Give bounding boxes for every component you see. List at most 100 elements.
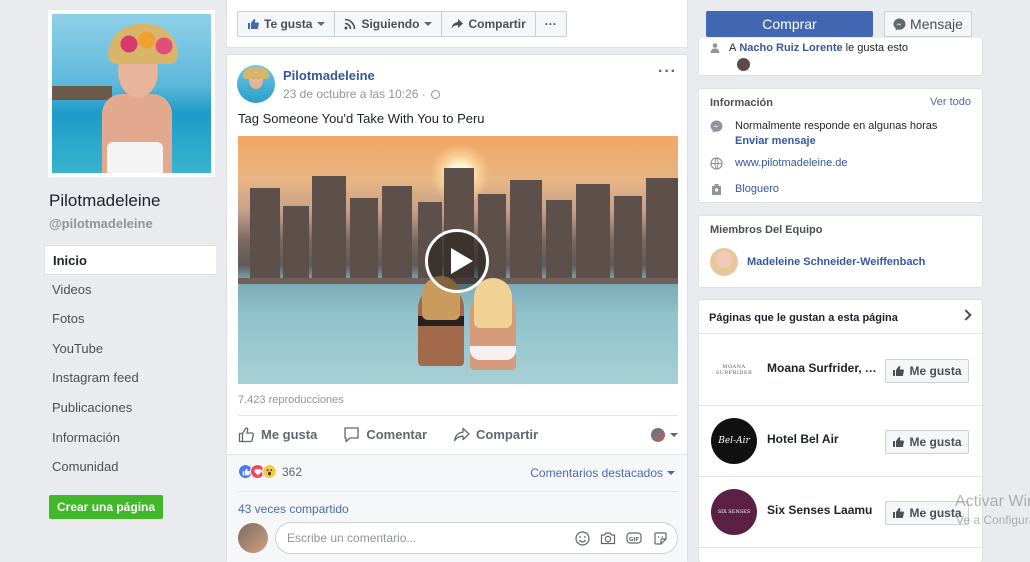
liked-page-name[interactable]: Moana Surfrider, A Westin Resort & Spa, … <box>767 361 882 375</box>
thumbs-up-icon <box>248 19 259 29</box>
info-card: Información Ver todo Normalmente respond… <box>698 88 983 203</box>
liked-page-name[interactable]: Six Senses Laamu <box>767 503 882 517</box>
watermark-line2: Ve a Configuración <box>956 513 1030 527</box>
like-page-label: Me gusta <box>909 364 962 378</box>
avatar <box>710 248 738 276</box>
sidebar-item-fotos[interactable]: Fotos <box>44 304 216 334</box>
likes-card: A Nacho Ruiz Lorente le gusta esto <box>698 38 983 76</box>
sidebar-item-videos[interactable]: Videos <box>44 275 216 305</box>
message-label: Mensaje <box>910 16 963 32</box>
thumbs-up-icon <box>893 508 905 518</box>
sidebar-item-comunidad[interactable]: Comunidad <box>44 452 216 482</box>
post-share-button[interactable]: Compartir <box>453 426 538 443</box>
people-icon <box>710 43 720 53</box>
page-title[interactable]: Pilotmadeleine <box>49 191 216 211</box>
following-button[interactable]: Siguiendo <box>334 11 443 37</box>
messenger-icon <box>893 18 906 30</box>
message-button[interactable]: Mensaje <box>884 11 972 37</box>
thumbs-up-icon <box>893 366 905 376</box>
share-page-button[interactable]: Compartir <box>441 11 536 37</box>
post-like-button[interactable]: Me gusta <box>238 426 317 443</box>
sidebar-item-youtube[interactable]: YouTube <box>44 334 216 364</box>
like-page-button[interactable]: Me gusta <box>885 359 969 383</box>
share-count-link[interactable]: 43 veces compartido <box>238 491 678 516</box>
play-icon[interactable] <box>425 229 489 293</box>
like-page-button[interactable]: Me gusta <box>885 430 969 454</box>
avatar[interactable] <box>737 58 750 71</box>
like-page-button[interactable]: Te gusta <box>237 11 336 37</box>
globe-icon <box>710 157 723 170</box>
buy-button[interactable]: Comprar <box>706 11 873 37</box>
page-logo[interactable]: Bel-Air <box>711 418 757 464</box>
post-comment-button[interactable]: Comentar <box>343 426 427 443</box>
post-comment-label: Comentar <box>366 427 428 442</box>
category-info: Bloguero <box>710 182 779 197</box>
team-member-name[interactable]: Madeleine Schneider-Weiffenbach <box>747 256 925 268</box>
avatar <box>651 427 665 442</box>
globe-icon <box>430 89 440 99</box>
profile-picture[interactable] <box>48 10 215 177</box>
liked-page-row: SIX SENSES Six Senses Laamu Me gusta <box>699 477 982 548</box>
left-column: Pilotmadeleine @pilotmadeleine Inicio Vi… <box>44 10 216 519</box>
emoji-icon[interactable] <box>574 530 590 546</box>
post-timestamp: 23 de octubre a las 10:26 · <box>283 87 440 101</box>
thumbs-up-outline-icon <box>238 427 254 443</box>
liked-pages-header[interactable]: Páginas que le gustan a esta página <box>699 300 982 334</box>
liked-pages-title: Páginas que le gustan a esta página <box>709 312 898 324</box>
gif-icon[interactable]: GIF <box>626 530 642 546</box>
chevron-down-icon <box>424 22 433 26</box>
team-members-card: Miembros Del Equipo Madeleine Schneider-… <box>698 215 983 288</box>
featured-comments-dropdown[interactable]: Comentarios destacados <box>530 466 675 480</box>
send-message-link[interactable]: Enviar mensaje <box>735 134 937 149</box>
sidebar-item-informacion[interactable]: Información <box>44 423 216 453</box>
chevron-down-icon <box>667 471 675 475</box>
page-action-bar: Te gusta Siguiendo Compartir ··· <box>226 0 688 48</box>
post-as-selector[interactable] <box>651 427 678 442</box>
post-footer: 362 Comentarios destacados 43 veces comp… <box>227 454 687 562</box>
camera-icon[interactable] <box>600 530 616 546</box>
sticker-icon[interactable] <box>652 530 668 546</box>
like-page-label: Te gusta <box>264 17 313 31</box>
friend-likes-prefix: A <box>729 42 737 54</box>
share-page-label: Compartir <box>468 17 526 31</box>
liked-page-row: MOANA SURFRIDER Moana Surfrider, A Westi… <box>699 335 982 406</box>
friend-likes-text: A Nacho Ruiz Lorente le gusta esto <box>709 42 908 54</box>
rss-icon <box>344 18 356 30</box>
share-arrow-icon <box>454 427 470 442</box>
more-options-button[interactable]: ··· <box>534 11 567 37</box>
post-options-button[interactable]: ··· <box>658 63 677 81</box>
wow-reaction-icon <box>262 464 277 479</box>
video-player[interactable] <box>238 136 678 384</box>
page-logo[interactable]: SIX SENSES <box>711 489 757 535</box>
sidebar-item-inicio[interactable]: Inicio <box>44 245 216 275</box>
liked-page-name[interactable]: Hotel Bel Air <box>767 432 882 446</box>
sidebar-item-instagram-feed[interactable]: Instagram feed <box>44 363 216 393</box>
page-handle[interactable]: @pilotmadeleine <box>49 216 216 231</box>
reaction-summary[interactable]: 362 <box>238 464 302 479</box>
team-member[interactable]: Madeleine Schneider-Weiffenbach <box>710 248 925 276</box>
category-link[interactable]: Bloguero <box>735 182 779 197</box>
friend-likes-suffix: le gusta esto <box>845 42 909 54</box>
share-arrow-icon <box>451 19 464 29</box>
post-card: Pilotmadeleine 23 de octubre a las 10:26… <box>226 54 688 562</box>
view-count: 7.423 reproducciones <box>238 394 344 406</box>
profile-photo <box>52 14 211 173</box>
svg-text:GIF: GIF <box>629 537 640 543</box>
comment-composer: GIF <box>238 522 678 554</box>
featured-comments-label: Comentarios destacados <box>530 466 663 480</box>
windows-activation-watermark: Activar Windows Ve a Configuración <box>950 488 1030 538</box>
messenger-icon <box>710 120 723 133</box>
post-author-avatar[interactable] <box>237 65 275 103</box>
post-action-row: Me gusta Comentar Compartir <box>238 415 678 453</box>
reaction-count: 362 <box>282 464 303 479</box>
friend-name-link[interactable]: Nacho Ruiz Lorente <box>739 42 842 54</box>
create-page-button[interactable]: Crear una página <box>49 494 164 519</box>
website-link[interactable]: www.pilotmadeleine.de <box>735 156 848 171</box>
chevron-down-icon <box>670 432 678 437</box>
post-author-name[interactable]: Pilotmadeleine <box>283 68 375 83</box>
more-options-label: ··· <box>544 17 557 31</box>
sidebar-item-publicaciones[interactable]: Publicaciones <box>44 393 216 423</box>
see-all-link[interactable]: Ver todo <box>930 96 971 108</box>
post-time-text[interactable]: 23 de octubre a las 10:26 · <box>283 87 426 101</box>
page-logo[interactable]: MOANA SURFRIDER <box>711 347 757 393</box>
